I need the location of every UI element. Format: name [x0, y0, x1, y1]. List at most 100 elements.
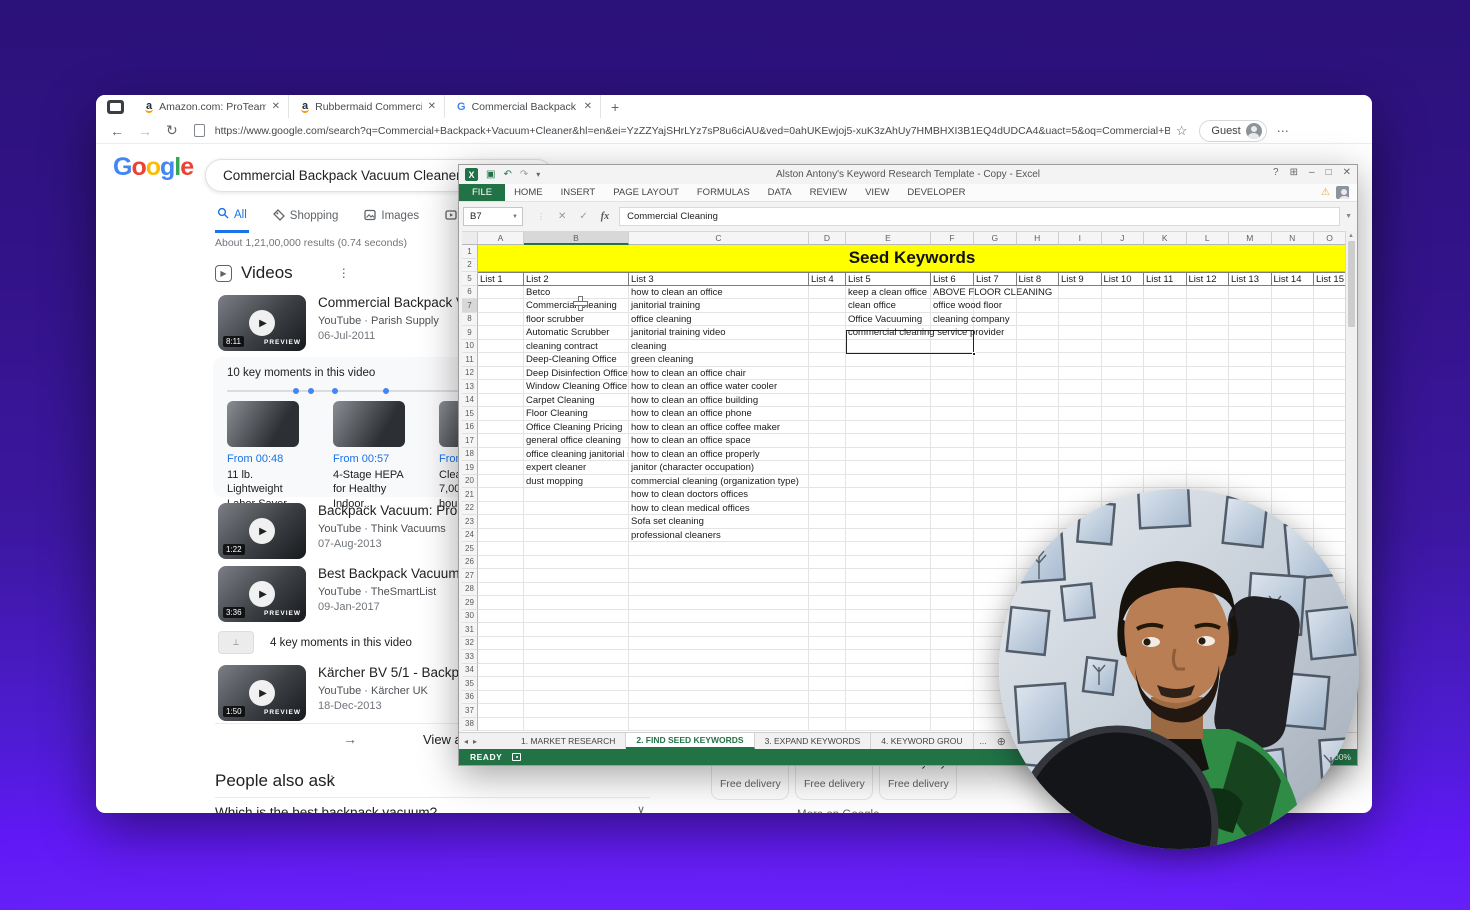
cell-H20[interactable] [1017, 475, 1060, 489]
cell-C13[interactable]: how to clean an office water cooler [629, 380, 809, 394]
ribbon-tab-developer[interactable]: DEVELOPER [898, 184, 974, 201]
key-moment-time[interactable]: From 00:57 [333, 453, 415, 465]
column-header-C[interactable]: C [629, 232, 809, 245]
cell-D17[interactable] [809, 434, 846, 448]
cell-E37[interactable] [846, 704, 931, 718]
cell-A25[interactable] [478, 542, 524, 556]
cell-B24[interactable] [524, 529, 629, 543]
video-thumbnail[interactable]: ▶3:36PREVIEW [218, 566, 306, 622]
cell-G7[interactable] [974, 299, 1017, 313]
cell-D37[interactable] [809, 704, 846, 718]
profile-button[interactable]: Guest [1199, 120, 1266, 142]
cell-B15[interactable]: Floor Cleaning [524, 407, 629, 421]
cell-L6[interactable] [1187, 286, 1230, 300]
row-number[interactable]: 8 [462, 313, 478, 327]
cell-A27[interactable] [478, 569, 524, 583]
cell-N8[interactable] [1272, 313, 1315, 327]
cell-I21[interactable] [1059, 488, 1102, 502]
row-number[interactable]: 26 [462, 556, 478, 570]
key-moment-time[interactable]: From 00:48 [227, 453, 309, 465]
cell-E29[interactable] [846, 596, 931, 610]
cell-C35[interactable] [629, 677, 809, 691]
cell-G15[interactable] [974, 407, 1017, 421]
row-number[interactable]: 27 [462, 569, 478, 583]
cell-J6[interactable] [1102, 286, 1145, 300]
cell-F31[interactable] [931, 623, 974, 637]
cell-J9[interactable] [1102, 326, 1145, 340]
cell-K16[interactable] [1144, 421, 1187, 435]
cell-D38[interactable] [809, 718, 846, 732]
cell-N6[interactable] [1272, 286, 1315, 300]
cell-J20[interactable] [1102, 475, 1145, 489]
ribbon-options-icon[interactable]: ⊞ [1290, 167, 1298, 178]
cell-N17[interactable] [1272, 434, 1315, 448]
cell-F7[interactable]: office wood floor [931, 299, 974, 313]
cell-G9[interactable] [974, 326, 1017, 340]
cell-D35[interactable] [809, 677, 846, 691]
cell-I5[interactable]: List 9 [1059, 272, 1102, 286]
cell-A37[interactable] [478, 704, 524, 718]
cell-C25[interactable] [629, 542, 809, 556]
excel-account-avatar[interactable] [1336, 186, 1349, 199]
cell-O14[interactable] [1314, 394, 1346, 408]
cell-A21[interactable] [478, 488, 524, 502]
add-sheet-icon[interactable]: ⊕ [997, 735, 1006, 748]
cell-I8[interactable] [1059, 313, 1102, 327]
cell-O19[interactable] [1314, 461, 1346, 475]
cell-D31[interactable] [809, 623, 846, 637]
timeline-dot-icon[interactable] [383, 388, 389, 394]
cell-A23[interactable] [478, 515, 524, 529]
cell-E5[interactable]: List 5 [846, 272, 931, 286]
cell-N19[interactable] [1272, 461, 1315, 475]
row-number[interactable]: 32 [462, 637, 478, 651]
cell-B34[interactable] [524, 664, 629, 678]
cell-G24[interactable] [974, 529, 1017, 543]
cell-C23[interactable]: Sofa set cleaning [629, 515, 809, 529]
cell-C37[interactable] [629, 704, 809, 718]
row-number[interactable]: 1 [462, 245, 478, 259]
cell-F25[interactable] [931, 542, 974, 556]
cell-C33[interactable] [629, 650, 809, 664]
cell-F27[interactable] [931, 569, 974, 583]
cell-F22[interactable] [931, 502, 974, 516]
cell-D5[interactable]: List 4 [809, 272, 846, 286]
cell-G28[interactable] [974, 583, 1017, 597]
cell-E23[interactable] [846, 515, 931, 529]
cell-B33[interactable] [524, 650, 629, 664]
browser-tab[interactable]: aAmazon.com: ProTeam Commer✕ [133, 95, 289, 118]
cell-M16[interactable] [1229, 421, 1272, 435]
cell-G5[interactable]: List 7 [974, 272, 1017, 286]
cell-L10[interactable] [1187, 340, 1230, 354]
scroll-up-icon[interactable]: ▲ [1346, 231, 1356, 239]
cell-C24[interactable]: professional cleaners [629, 529, 809, 543]
window-icon[interactable] [107, 100, 124, 114]
cell-M9[interactable] [1229, 326, 1272, 340]
cell-I19[interactable] [1059, 461, 1102, 475]
row-number[interactable]: 10 [462, 340, 478, 354]
view-all-row[interactable]: → View all [343, 731, 468, 747]
cell-C6[interactable]: how to clean an office [629, 286, 809, 300]
cell-M6[interactable] [1229, 286, 1272, 300]
cell-A18[interactable] [478, 448, 524, 462]
key-moment-thumbnail[interactable] [333, 401, 405, 447]
cell-O6[interactable] [1314, 286, 1346, 300]
cell-F11[interactable] [931, 353, 974, 367]
cell-K13[interactable] [1144, 380, 1187, 394]
cell-H9[interactable] [1017, 326, 1060, 340]
cell-K8[interactable] [1144, 313, 1187, 327]
cell-E36[interactable] [846, 691, 931, 705]
name-box[interactable]: B7 ▼ [463, 207, 523, 226]
cell-B14[interactable]: Carpet Cleaning [524, 394, 629, 408]
cell-M19[interactable] [1229, 461, 1272, 475]
cell-F14[interactable] [931, 394, 974, 408]
cell-N21[interactable] [1272, 488, 1315, 502]
cell-M8[interactable] [1229, 313, 1272, 327]
cell-E17[interactable] [846, 434, 931, 448]
cell-C20[interactable]: commercial cleaning (organization type) [629, 475, 809, 489]
cell-C27[interactable] [629, 569, 809, 583]
column-header-A[interactable]: A [478, 232, 524, 245]
cell-A8[interactable] [478, 313, 524, 327]
row-number[interactable]: 7 [462, 299, 478, 313]
cell-J7[interactable] [1102, 299, 1145, 313]
cell-C19[interactable]: janitor (character occupation) [629, 461, 809, 475]
